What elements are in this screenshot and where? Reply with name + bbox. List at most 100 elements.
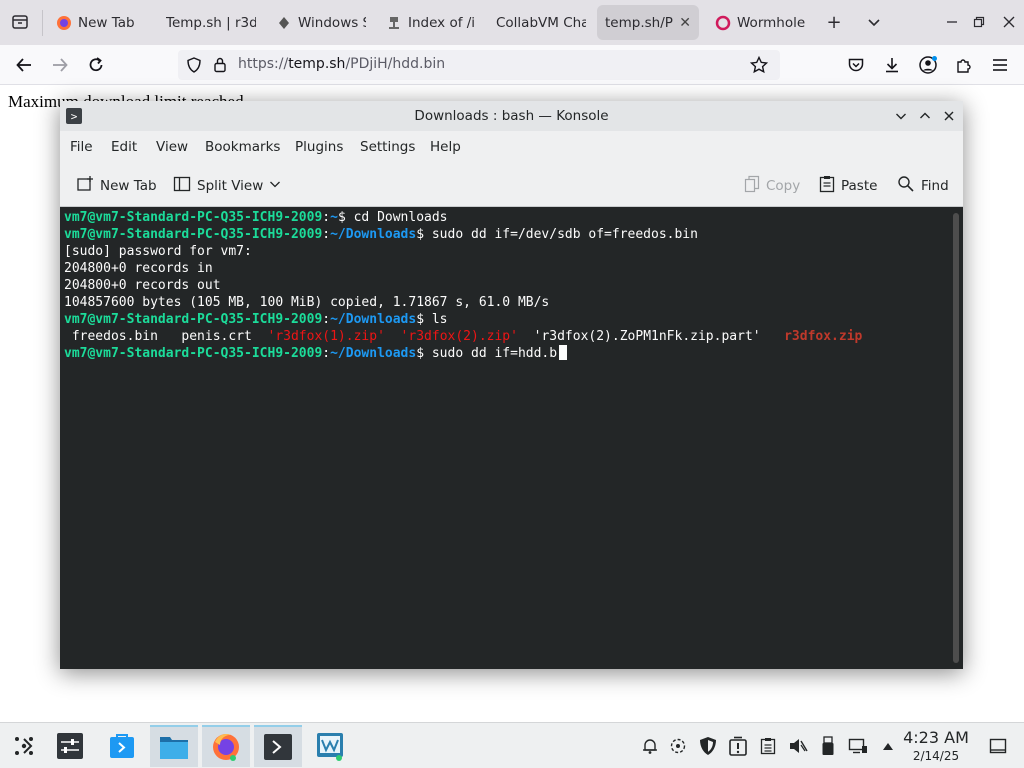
terminal-prompt-line: vm7@vm7-Standard-PC-Q35-ICH9-2009:~/Down…: [64, 311, 862, 328]
prompt-path: ~/Downloads: [330, 346, 417, 361]
ls-file-name: r3dfox.zip: [760, 329, 863, 344]
prompt-command: sudo dd if=hdd.b: [424, 346, 558, 361]
ls-file-name: freedos.bin: [64, 329, 158, 344]
terminal-scrollbar[interactable]: [953, 213, 959, 663]
prompt-user: vm7@vm7-Standard-PC-Q35-ICH9-2009: [64, 346, 323, 361]
menu-settings[interactable]: Settings: [360, 139, 415, 155]
restore-icon[interactable]: [967, 10, 991, 34]
network-wired-icon[interactable]: [848, 736, 868, 756]
back-arrow-icon[interactable]: [10, 51, 38, 79]
new-tab-plus-icon[interactable]: +: [822, 10, 846, 34]
tab-label: CollabVM Cha: [496, 14, 586, 31]
paste-label: Paste: [841, 178, 878, 194]
menu-help[interactable]: Help: [430, 139, 461, 155]
app-launcher-icon[interactable]: [0, 725, 48, 767]
reload-icon[interactable]: [82, 51, 110, 79]
volume-muted-icon[interactable]: [788, 736, 808, 756]
menu-bookmarks[interactable]: Bookmarks: [205, 139, 280, 155]
find-button[interactable]: Find: [897, 175, 949, 197]
tab-new-tab[interactable]: New Tab: [48, 5, 156, 40]
paste-button[interactable]: Paste: [819, 175, 877, 197]
tab-collabvm[interactable]: CollabVM Cha: [488, 5, 594, 40]
prompt-colon: :: [322, 227, 331, 242]
minimize-icon[interactable]: [892, 107, 910, 125]
tab-index-of[interactable]: Index of /i: [378, 5, 484, 40]
security-shield-icon[interactable]: [698, 736, 718, 756]
terminal-cursor: [559, 345, 568, 360]
prompt-colon: :: [322, 312, 331, 327]
menu-edit[interactable]: Edit: [111, 139, 137, 155]
clock-date[interactable]: 2/14/25: [895, 749, 977, 763]
menu-plugins[interactable]: Plugins: [295, 139, 343, 155]
tab-temp-sh[interactable]: Temp.sh | r3d: [158, 5, 264, 40]
virtual-machine-icon[interactable]: [306, 725, 354, 767]
menu-file[interactable]: File: [70, 139, 93, 155]
clock-time[interactable]: 4:23 AM: [895, 728, 977, 747]
chevron-down-icon[interactable]: [862, 10, 886, 34]
close-icon[interactable]: [940, 107, 958, 125]
firefox-icon: [56, 15, 72, 31]
tab-windows[interactable]: Windows S: [268, 5, 374, 40]
firefox-icon[interactable]: [202, 725, 250, 767]
ls-file-name: 'r3dfox(1).zip': [251, 329, 385, 344]
account-icon[interactable]: [914, 51, 942, 79]
index-icon: [386, 15, 402, 31]
menu-view[interactable]: View: [156, 139, 188, 155]
hamburger-menu-icon[interactable]: [986, 51, 1014, 79]
find-label: Find: [921, 178, 949, 194]
usb-device-icon[interactable]: [818, 736, 838, 756]
url-bar[interactable]: https://temp.sh/PDjiH/hdd.bin: [178, 50, 780, 80]
extensions-icon[interactable]: [950, 51, 978, 79]
maximize-icon[interactable]: [916, 107, 934, 125]
prompt-dollar: $: [337, 210, 346, 225]
prompt-path: ~/Downloads: [330, 227, 417, 242]
tab-temp-sh-active[interactable]: temp.sh/PD ✕: [597, 5, 699, 40]
prompt-user: vm7@vm7-Standard-PC-Q35-ICH9-2009: [64, 210, 323, 225]
terminal-view[interactable]: vm7@vm7-Standard-PC-Q35-ICH9-2009:~$ cd …: [60, 207, 963, 669]
list-all-tabs-icon[interactable]: [8, 10, 32, 34]
system-settings-icon[interactable]: [46, 725, 94, 767]
forward-arrow-icon[interactable]: [46, 51, 74, 79]
discover-icon[interactable]: [98, 725, 146, 767]
close-tab-icon[interactable]: ✕: [679, 15, 691, 31]
split-view-button[interactable]: Split View: [173, 175, 281, 197]
downloads-icon[interactable]: [878, 51, 906, 79]
konsole-title-bar[interactable]: > Downloads : bash — Konsole: [60, 101, 963, 131]
dolphin-icon[interactable]: [150, 725, 198, 767]
kde-connect-icon[interactable]: [668, 736, 688, 756]
minimize-icon[interactable]: [940, 10, 964, 34]
tab-wormhole[interactable]: Wormhole: [707, 5, 813, 40]
copy-label: Copy: [766, 178, 801, 194]
copy-button[interactable]: Copy: [744, 175, 800, 197]
browser-tab-bar: New Tab Temp.sh | r3d Windows S Index of…: [0, 0, 1024, 45]
terminal-prompt-line: vm7@vm7-Standard-PC-Q35-ICH9-2009:~/Down…: [64, 226, 862, 243]
prompt-command: cd Downloads: [345, 210, 448, 225]
taskbar: 4:23 AM 2/14/25: [0, 722, 1024, 768]
paste-icon: [819, 175, 835, 197]
pocket-icon[interactable]: [842, 51, 870, 79]
terminal-output-line: 204800+0 records in: [64, 261, 213, 276]
new-tab-icon: [76, 175, 94, 197]
tab-label: Wormhole: [737, 14, 805, 31]
prompt-dollar: $: [416, 312, 425, 327]
new-tab-button[interactable]: New Tab: [76, 175, 157, 197]
clipboard-icon[interactable]: [758, 736, 778, 756]
search-icon: [897, 175, 915, 197]
ls-output-line: freedos.bin penis.crt 'r3dfox(1).zip' 'r…: [64, 328, 863, 345]
tab-label: New Tab: [78, 14, 135, 31]
konsole-toolbar: New Tab Split View Copy Paste Find: [60, 162, 963, 207]
konsole-icon[interactable]: [254, 725, 302, 767]
lock-icon[interactable]: [212, 56, 228, 77]
prompt-command: sudo dd if=/dev/sdb of=freedos.bin: [424, 227, 698, 242]
browser-nav-bar: https://temp.sh/PDjiH/hdd.bin: [0, 45, 1024, 85]
prompt-user: vm7@vm7-Standard-PC-Q35-ICH9-2009: [64, 227, 323, 242]
prompt-user: vm7@vm7-Standard-PC-Q35-ICH9-2009: [64, 312, 323, 327]
tracking-protection-shield-icon[interactable]: [186, 57, 202, 77]
notifications-bell-icon[interactable]: [640, 736, 660, 756]
updates-icon[interactable]: [728, 736, 748, 756]
tab-separator: [42, 10, 43, 36]
show-desktop-icon[interactable]: [988, 736, 1008, 756]
close-window-icon[interactable]: [997, 10, 1021, 34]
terminal-output: vm7@vm7-Standard-PC-Q35-ICH9-2009:~$ cd …: [64, 209, 862, 362]
bookmark-star-icon[interactable]: [749, 55, 769, 78]
